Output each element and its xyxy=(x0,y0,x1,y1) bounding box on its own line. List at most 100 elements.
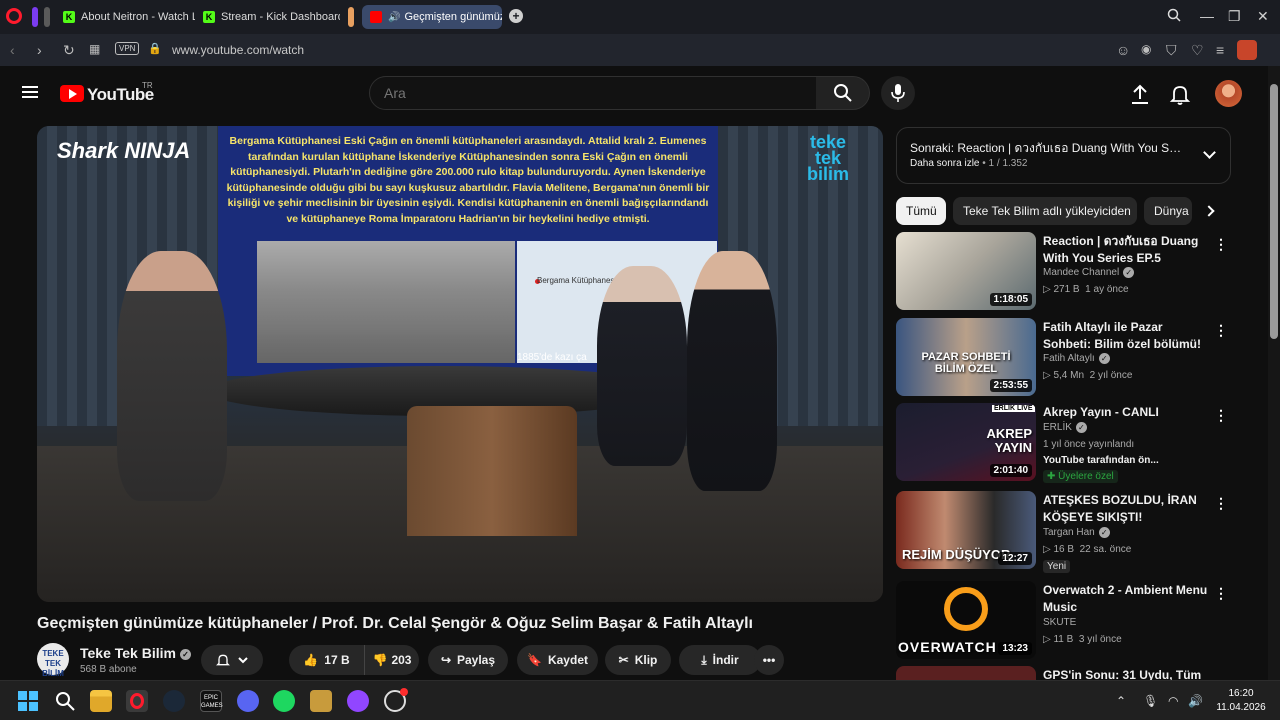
subscriber-count: 568 B abone xyxy=(80,664,137,675)
video-player[interactable]: Bergama Kütüphanesi 1885'de kazı ça Berg… xyxy=(37,126,883,602)
back-icon[interactable]: ‹ xyxy=(10,42,15,58)
subscription-bell-button[interactable] xyxy=(201,645,263,675)
chat-app-icon[interactable] xyxy=(347,690,369,712)
recommendation-item[interactable]: GPS'in Sonu: 31 Uydu, Tüm xyxy=(896,666,1231,680)
video-thumbnail[interactable]: ERLİK LIVE AKREP YAYIN 2:01:40 xyxy=(896,403,1036,481)
channel-name[interactable]: Mandee Channel ✓ xyxy=(1043,267,1135,278)
new-tab-button[interactable]: + xyxy=(509,9,523,23)
more-options-icon[interactable]: ⋮ xyxy=(1214,495,1228,512)
microphone-icon[interactable]: 🎙 xyxy=(1143,694,1158,708)
heart-icon[interactable]: ♡ xyxy=(1191,42,1204,59)
maximize-button[interactable]: ❐ xyxy=(1228,8,1241,25)
bookmark-icon: 🔖 xyxy=(527,653,542,667)
vpn-badge[interactable]: VPN xyxy=(115,42,140,55)
more-options-icon[interactable]: ⋮ xyxy=(1214,236,1228,253)
recommendation-item[interactable]: ERLİK LIVE AKREP YAYIN 2:01:40 Akrep Yay… xyxy=(896,403,1231,487)
chevron-right-icon[interactable] xyxy=(1203,205,1215,217)
clock-date: 11.04.2026 xyxy=(1216,702,1266,713)
save-button[interactable]: 🔖 Kaydet xyxy=(517,645,598,675)
chip-uploader[interactable]: Teke Tek Bilim adlı yükleyiciden xyxy=(953,197,1137,225)
hamburger-menu-icon[interactable] xyxy=(22,86,38,98)
channel-name[interactable]: Fatih Altaylı ✓ xyxy=(1043,353,1110,364)
shield-icon[interactable]: ⛉ xyxy=(1166,42,1177,59)
video-title[interactable]: GPS'in Sonu: 31 Uydu, Tüm xyxy=(1043,667,1213,680)
search-icon[interactable] xyxy=(54,690,76,712)
video-thumbnail[interactable]: OVERWATCH 13:23 xyxy=(896,581,1036,659)
spotify-icon[interactable] xyxy=(273,690,295,712)
system-clock[interactable]: 16:20 11.04.2026 xyxy=(1212,687,1270,715)
league-of-legends-icon[interactable] xyxy=(310,690,332,712)
like-button[interactable]: 👍 17 B xyxy=(289,645,365,675)
pinned-app-icon[interactable] xyxy=(32,7,38,27)
video-thumbnail[interactable] xyxy=(896,666,1036,680)
profile-icon[interactable] xyxy=(1237,40,1257,60)
volume-icon[interactable]: 🔊 xyxy=(1188,694,1203,708)
more-options-icon[interactable]: ⋮ xyxy=(1214,322,1228,339)
channel-name[interactable]: Teke Tek Bilim ✓ xyxy=(80,645,191,661)
pinned-app-icon[interactable] xyxy=(44,7,50,27)
notifications-bell-icon[interactable] xyxy=(1168,82,1192,106)
lock-icon[interactable]: 🔒 xyxy=(148,42,162,55)
forward-icon[interactable]: › xyxy=(37,42,42,58)
steam-icon[interactable] xyxy=(163,690,185,712)
app-notification-icon[interactable] xyxy=(384,688,408,712)
clip-button[interactable]: ✂ Klip xyxy=(605,645,671,675)
share-button[interactable]: ↪ Paylaş xyxy=(428,645,508,675)
easy-setup-icon[interactable]: ≡ xyxy=(1216,42,1224,58)
camera-icon[interactable]: ◉ xyxy=(1141,42,1151,56)
channel-name[interactable]: SKUTE xyxy=(1043,617,1076,628)
recommendation-item[interactable]: REJİM DÜŞÜYOR 12:27 ATEŞKES BOZULDU, İRA… xyxy=(896,491,1231,575)
chip-all[interactable]: Tümü xyxy=(896,197,946,225)
chevron-up-icon[interactable]: ⌃ xyxy=(1116,694,1126,708)
epic-games-icon[interactable]: EPIC GAMES xyxy=(200,690,223,712)
upload-icon[interactable] xyxy=(1128,82,1152,106)
wifi-icon[interactable]: ◠ xyxy=(1168,694,1178,708)
close-button[interactable]: ✕ xyxy=(1257,8,1269,25)
opera-logo-icon[interactable] xyxy=(6,8,22,24)
search-tabs-icon[interactable] xyxy=(1167,8,1181,22)
video-thumbnail[interactable]: 1:18:05 xyxy=(896,232,1036,310)
channel-name[interactable]: ERLİK ✓ xyxy=(1043,422,1087,433)
voice-search-button[interactable] xyxy=(881,76,915,110)
recommendation-item[interactable]: OVERWATCH 13:23 Overwatch 2 - Ambient Me… xyxy=(896,581,1231,661)
tab-kick-dashboard[interactable]: K Stream - Kick Dashboard xyxy=(195,5,340,29)
minimize-button[interactable]: — xyxy=(1200,8,1214,24)
search-input[interactable] xyxy=(369,76,817,110)
search-button[interactable] xyxy=(816,76,870,110)
video-thumbnail[interactable]: REJİM DÜŞÜYOR 12:27 xyxy=(896,491,1036,569)
video-thumbnail[interactable]: PAZAR SOHBETİ BİLİM ÖZEL 2:53:55 xyxy=(896,318,1036,396)
download-button[interactable]: ⤓ İndir xyxy=(679,645,761,675)
video-title[interactable]: Fatih Altaylı ile Pazar Sohbeti: Bilim ö… xyxy=(1043,319,1213,353)
speaker-icon[interactable]: 🔊 xyxy=(388,12,400,23)
opera-taskbar-icon[interactable] xyxy=(126,690,148,712)
recommendation-item[interactable]: PAZAR SOHBETİ BİLİM ÖZEL 2:53:55 Fatih A… xyxy=(896,318,1231,398)
channel-name[interactable]: Targan Han ✓ xyxy=(1043,527,1110,538)
more-options-icon[interactable]: ⋮ xyxy=(1214,585,1228,602)
recommendation-item[interactable]: 1:18:05 Reaction | ดวงกับเธอ Duang With … xyxy=(896,232,1231,312)
channel-name-text[interactable]: Teke Tek Bilim xyxy=(80,645,176,661)
video-title[interactable]: ATEŞKES BOZULDU, İRAN KÖŞEYE SIKIŞTI! xyxy=(1043,492,1213,525)
reload-icon[interactable]: ↻ xyxy=(63,42,75,59)
youtube-logo-icon[interactable] xyxy=(60,85,84,102)
scrollbar-thumb[interactable] xyxy=(1270,84,1278,339)
chevron-down-icon[interactable] xyxy=(1203,146,1216,159)
windows-start-icon[interactable] xyxy=(17,690,39,712)
account-avatar[interactable] xyxy=(1215,80,1242,107)
more-actions-button[interactable]: ••• xyxy=(754,645,784,675)
channel-avatar[interactable]: TEKE TEK BİLİM xyxy=(37,643,69,678)
speed-dial-icon[interactable]: ▦ xyxy=(89,42,100,56)
dislike-button[interactable]: 👎 203 xyxy=(365,645,419,675)
tab-youtube-active[interactable]: 🔊 Geçmişten günümüze xyxy=(362,5,502,29)
page-scrollbar[interactable] xyxy=(1268,66,1280,680)
chip-world[interactable]: Dünya xyxy=(1144,197,1192,225)
video-title[interactable]: Akrep Yayın - CANLI xyxy=(1043,404,1213,421)
more-options-icon[interactable]: ⋮ xyxy=(1214,407,1228,424)
tab-neitron[interactable]: K About Neitron - Watch Live xyxy=(55,5,195,29)
up-next-panel[interactable]: Sonraki: Reaction | ดวงกับเธอ Duang With… xyxy=(896,127,1231,184)
video-title[interactable]: Overwatch 2 - Ambient Menu Music xyxy=(1043,582,1213,615)
url-field[interactable]: www.youtube.com/watch xyxy=(172,43,304,57)
file-explorer-icon[interactable] xyxy=(90,690,112,712)
emoji-icon[interactable]: ☺ xyxy=(1116,42,1130,58)
video-title[interactable]: Reaction | ดวงกับเธอ Duang With You Seri… xyxy=(1043,233,1213,266)
discord-icon[interactable] xyxy=(237,690,259,712)
